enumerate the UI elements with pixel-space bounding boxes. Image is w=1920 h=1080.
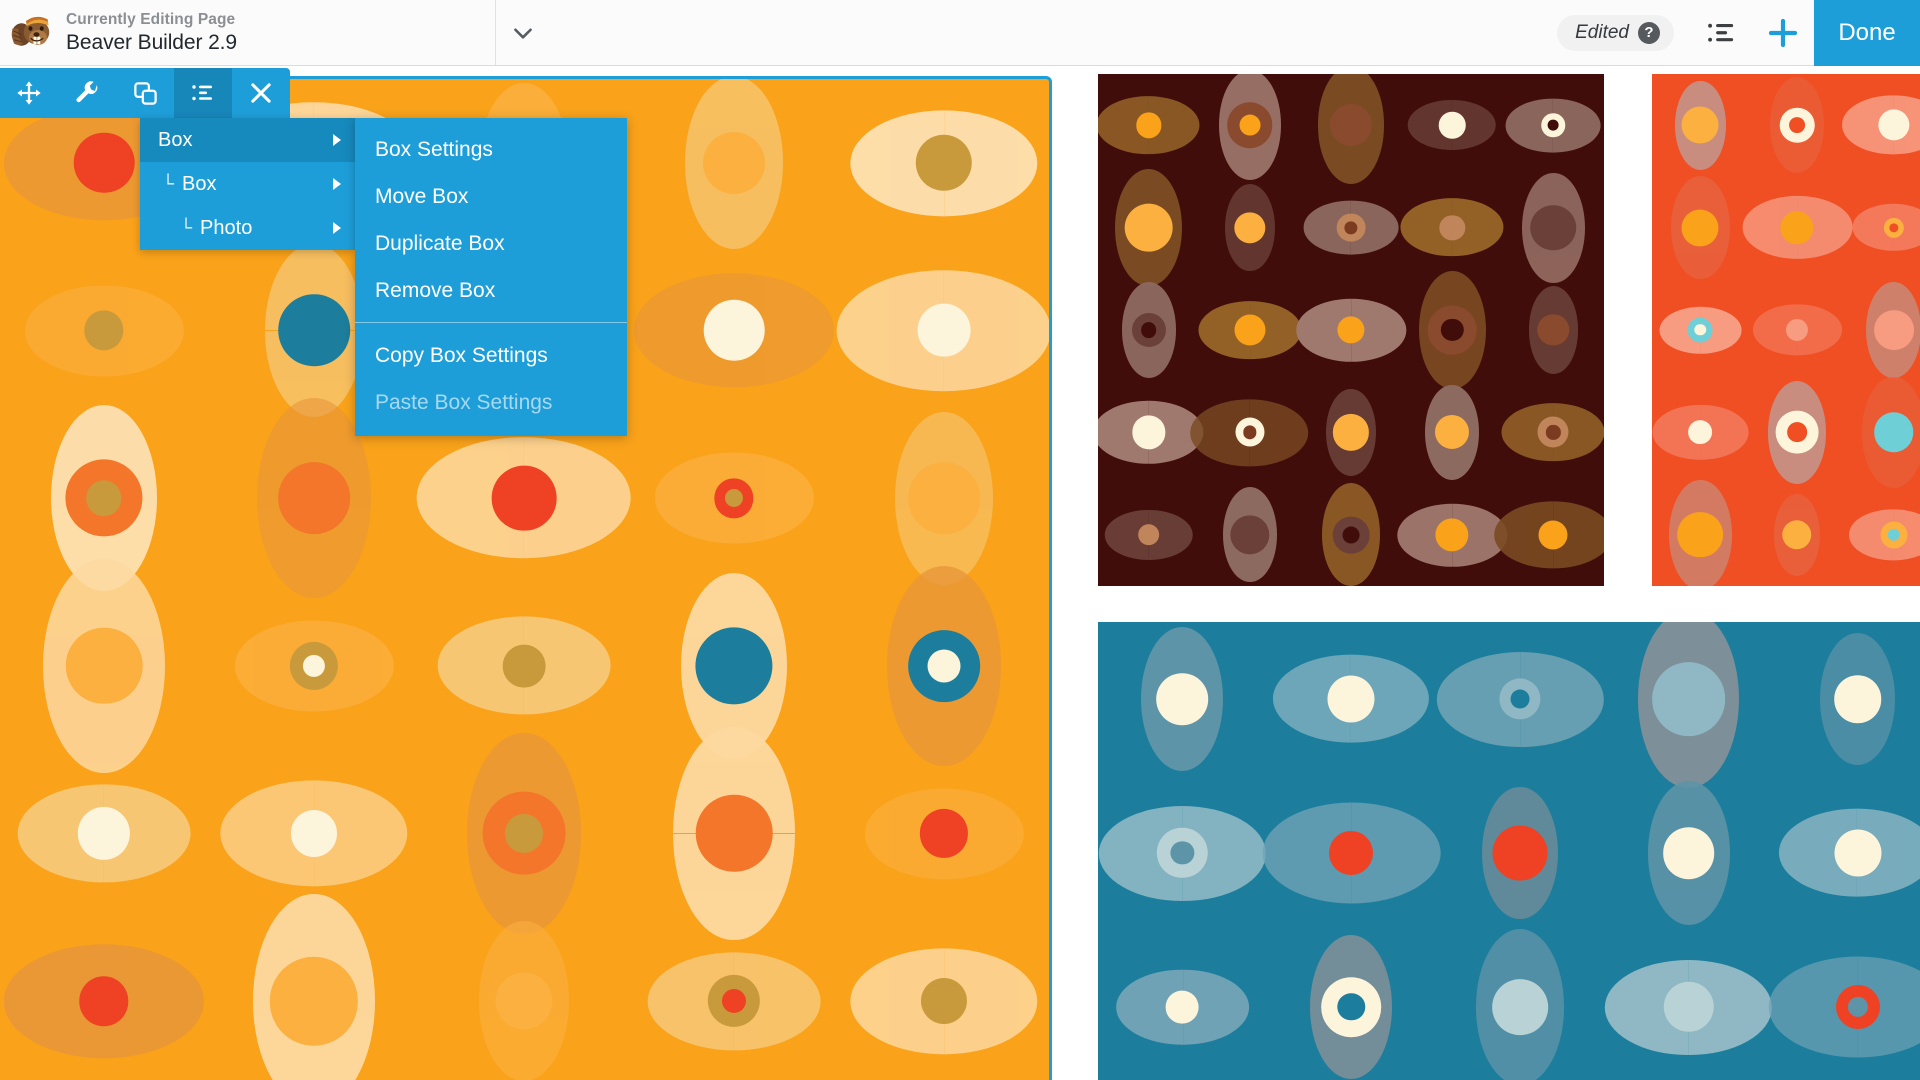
move-arrows-icon: [17, 81, 41, 105]
outline-list-glyph: [1708, 23, 1734, 42]
outline-list-icon[interactable]: [1690, 0, 1752, 66]
breadcrumb-item-label: Box: [158, 128, 193, 151]
plus-glyph: [1768, 18, 1798, 47]
close-tool[interactable]: [232, 68, 290, 118]
chevron-down-glyph: [514, 27, 532, 39]
editing-subtitle: Currently Editing Page: [66, 11, 236, 28]
menu-divider: [355, 322, 627, 323]
settings-tool[interactable]: [58, 68, 116, 118]
tree-branch-icon: └: [162, 174, 175, 193]
photo-box-dark[interactable]: [1098, 74, 1604, 586]
eye-motif-pattern: [1098, 74, 1604, 586]
question-mark-icon[interactable]: ?: [1638, 21, 1660, 44]
chevron-down-icon[interactable]: [496, 0, 550, 65]
plus-icon[interactable]: [1752, 0, 1814, 66]
menu-item-copy-box-settings[interactable]: Copy Box Settings: [355, 332, 627, 379]
list-outline-icon: [192, 85, 212, 101]
breadcrumb-item-box-0[interactable]: Box: [140, 118, 355, 162]
editing-page-title: Beaver Builder 2.9: [66, 31, 237, 54]
menu-item-duplicate-box[interactable]: Duplicate Box: [355, 220, 627, 267]
breadcrumb-item-photo-2[interactable]: └ Photo: [140, 206, 355, 250]
node-toolbar: [0, 68, 290, 118]
breadcrumb-item-label: Box: [182, 172, 217, 195]
tree-branch-icon: └: [180, 218, 193, 237]
breadcrumb-item-box-1[interactable]: └ Box: [140, 162, 355, 206]
editing-page-info[interactable]: Currently Editing Page Beaver Builder 2.…: [0, 0, 496, 65]
editor-top-bar: Currently Editing Page Beaver Builder 2.…: [0, 0, 1920, 66]
duplicate-tool[interactable]: [116, 68, 174, 118]
wrench-icon: [75, 80, 97, 102]
edited-label: Edited: [1575, 21, 1629, 43]
edited-status-badge[interactable]: Edited ?: [1557, 14, 1674, 51]
outline-tool[interactable]: [174, 68, 232, 118]
photo-box-teal[interactable]: [1098, 622, 1920, 1080]
duplicate-icon: [133, 81, 157, 105]
eye-motif-pattern: [1098, 622, 1920, 1080]
beaver-logo-icon: [11, 16, 50, 46]
photo-box-red[interactable]: [1652, 74, 1920, 586]
submenu-arrow-icon: [333, 134, 341, 146]
eye-motif-pattern: [1652, 74, 1920, 586]
top-bar-actions: Edited ? Done: [1557, 0, 1920, 66]
move-tool[interactable]: [0, 68, 58, 118]
menu-item-paste-box-settings: Paste Box Settings: [375, 390, 553, 414]
breadcrumb-item-label: Photo: [200, 216, 253, 239]
menu-item-move-box[interactable]: Move Box: [355, 173, 627, 220]
menu-item-box-settings[interactable]: Box Settings: [355, 126, 627, 173]
submenu-arrow-icon: [333, 178, 341, 190]
done-button[interactable]: Done: [1814, 0, 1920, 66]
box-actions-submenu: Box Settings Move Box Duplicate Box Remove …: [355, 118, 627, 436]
node-breadcrumb-menu: Box └ Box └ Photo: [140, 118, 355, 250]
done-button-label: Done: [1838, 18, 1896, 46]
submenu-arrow-icon: [333, 222, 341, 234]
close-x-icon: [251, 83, 271, 103]
menu-item-remove-box[interactable]: Remove Box: [355, 267, 627, 314]
